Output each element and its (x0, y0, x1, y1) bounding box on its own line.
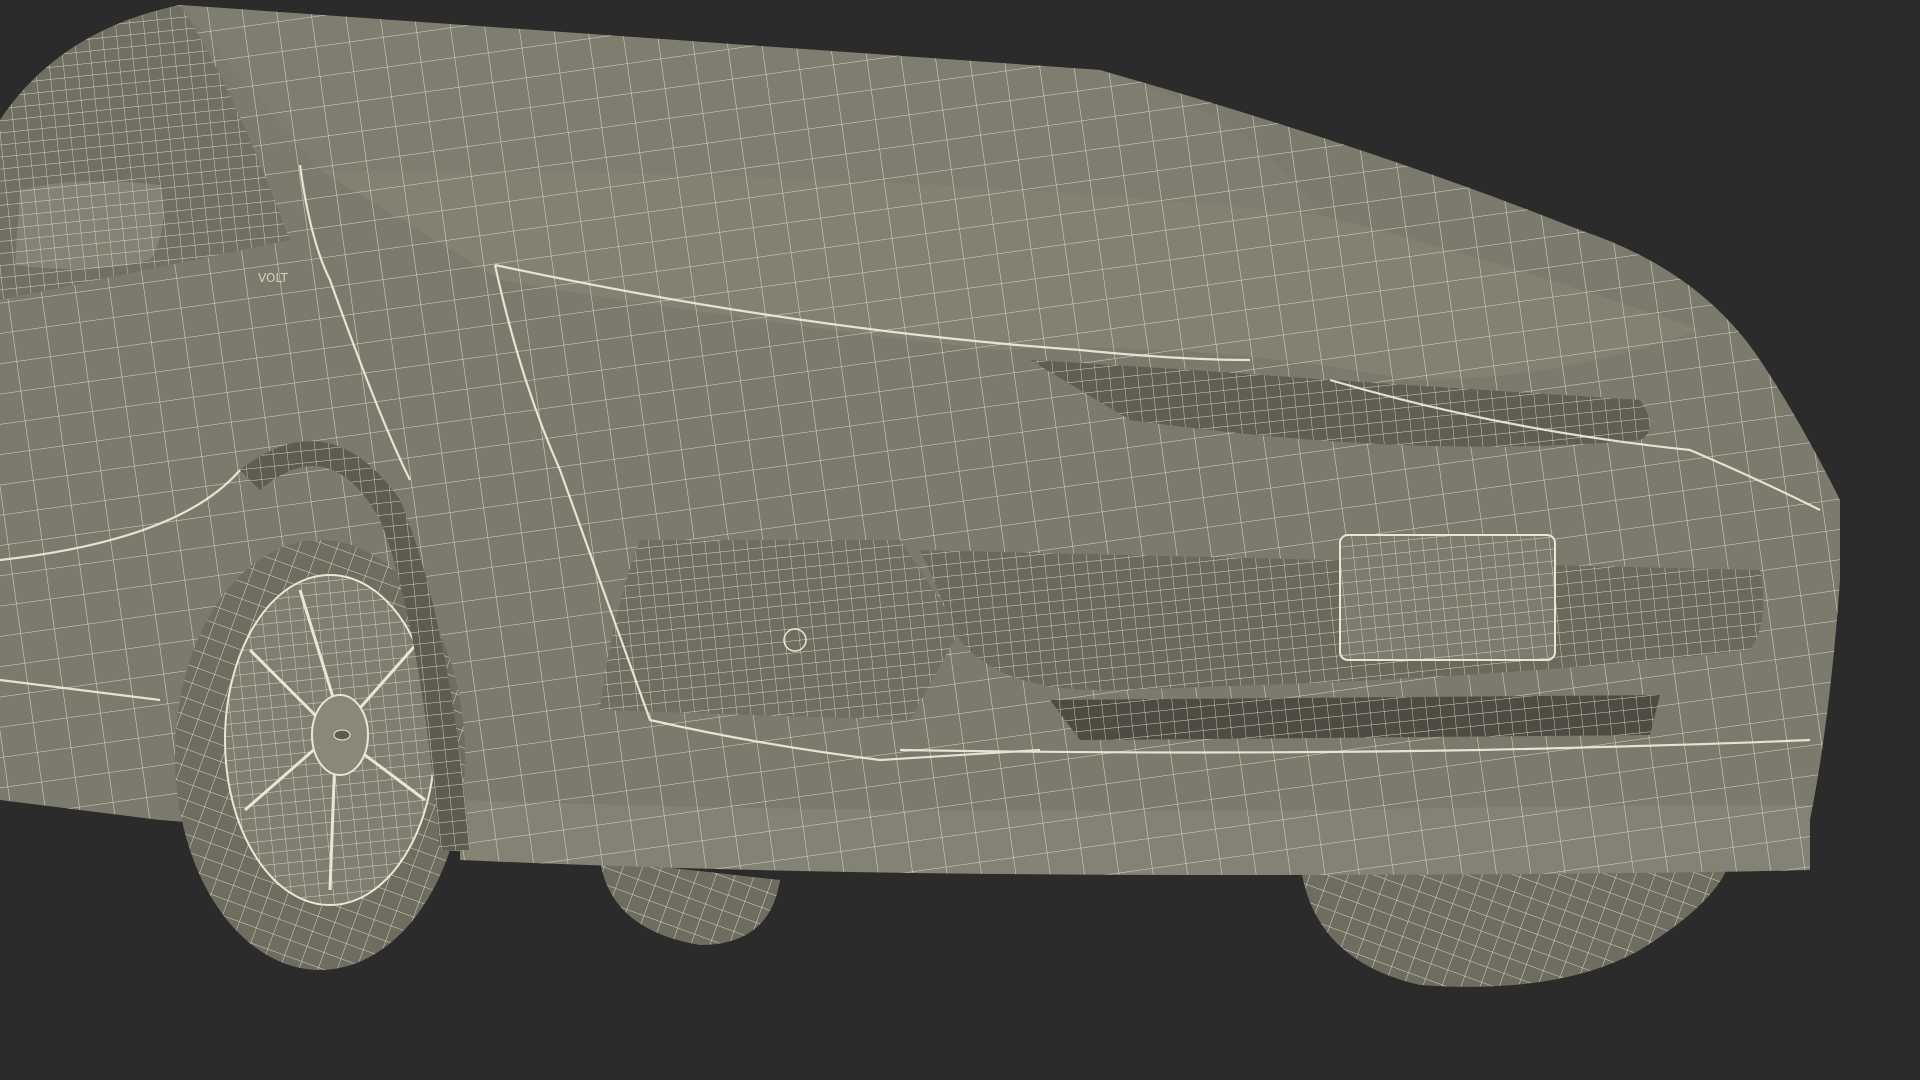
fog-light-recess (600, 540, 960, 720)
wireframe-car-render: VOLT (0, 0, 1920, 1080)
license-plate (1339, 534, 1556, 661)
air-intake (1050, 695, 1660, 740)
side-mirror (15, 181, 164, 269)
hub-cap-logo (333, 729, 351, 741)
fender-badge: VOLT (258, 271, 288, 285)
bumper-lip (460, 800, 1810, 875)
